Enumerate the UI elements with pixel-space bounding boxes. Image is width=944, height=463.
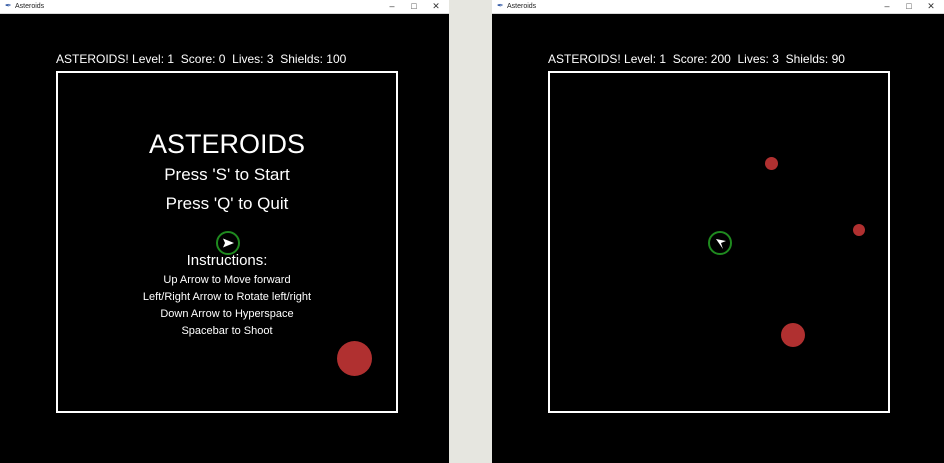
status-line: ASTEROIDS! Level: 1 Score: 0 Lives: 3 Sh… (56, 52, 346, 66)
feather-icon: ✒ (497, 1, 504, 10)
shields-value: 90 (831, 52, 845, 66)
minimize-icon[interactable]: – (383, 0, 401, 13)
score-value: 0 (218, 52, 226, 66)
minimize-icon[interactable]: – (878, 0, 896, 13)
asteroid (781, 323, 805, 347)
lives-value: 3 (772, 52, 779, 66)
shields-value: 100 (326, 52, 347, 66)
score-label: Score: (180, 52, 216, 66)
status-prefix: ASTEROIDS! (56, 52, 129, 66)
score-value: 200 (710, 52, 731, 66)
lives-label: Lives: (737, 52, 769, 66)
instruction-line: Spacebar to Shoot (181, 325, 273, 337)
instruction-line: Left/Right Arrow to Rotate left/right (142, 291, 312, 303)
asteroid (853, 224, 865, 236)
instruction-line: Down Arrow to Hyperspace (160, 308, 294, 320)
close-icon[interactable]: ✕ (427, 0, 445, 13)
game-window-right: ✒ Asteroids – □ ✕ ASTEROIDS! Level: 1 Sc… (492, 0, 944, 463)
title-bar: ✒ Asteroids – □ ✕ (0, 0, 449, 14)
instruction-line: Up Arrow to Move forward (163, 274, 291, 286)
shields-label: Shields: (785, 52, 829, 66)
maximize-icon[interactable]: □ (405, 0, 423, 13)
lives-label: Lives: (232, 52, 264, 66)
status-prefix: ASTEROIDS! (548, 52, 621, 66)
ship-icon (223, 238, 234, 248)
level-label: Level: (624, 52, 657, 66)
title-bar: ✒ Asteroids – □ ✕ (492, 0, 944, 14)
game-window-left: ✒ Asteroids – □ ✕ ASTEROIDS! Level: 1 Sc… (0, 0, 449, 463)
level-label: Level: (132, 52, 165, 66)
status-line: ASTEROIDS! Level: 1 Score: 200 Lives: 3 … (548, 52, 845, 66)
level-value: 1 (167, 52, 175, 66)
game-field[interactable]: ASTEROIDS Press 'S' to Start Press 'Q' t… (56, 71, 398, 413)
feather-icon: ✒ (5, 1, 12, 10)
game-field[interactable] (548, 71, 890, 413)
player-ship (708, 231, 732, 255)
window-title: Asteroids (507, 3, 537, 10)
start-prompt: Press 'S' to Start (164, 165, 290, 184)
window-title: Asteroids (15, 3, 45, 10)
instructions-heading: Instructions: (186, 252, 268, 269)
shields-label: Shields: (280, 52, 323, 66)
quit-prompt: Press 'Q' to Quit (165, 194, 289, 213)
ship-icon (716, 239, 726, 249)
score-label: Score: (672, 52, 708, 66)
close-icon[interactable]: ✕ (922, 0, 940, 13)
level-value: 1 (659, 52, 667, 66)
asteroid (337, 341, 372, 376)
menu-title: ASTEROIDS (148, 129, 306, 159)
lives-value: 3 (266, 52, 274, 66)
maximize-icon[interactable]: □ (900, 0, 918, 13)
asteroid (765, 157, 778, 170)
